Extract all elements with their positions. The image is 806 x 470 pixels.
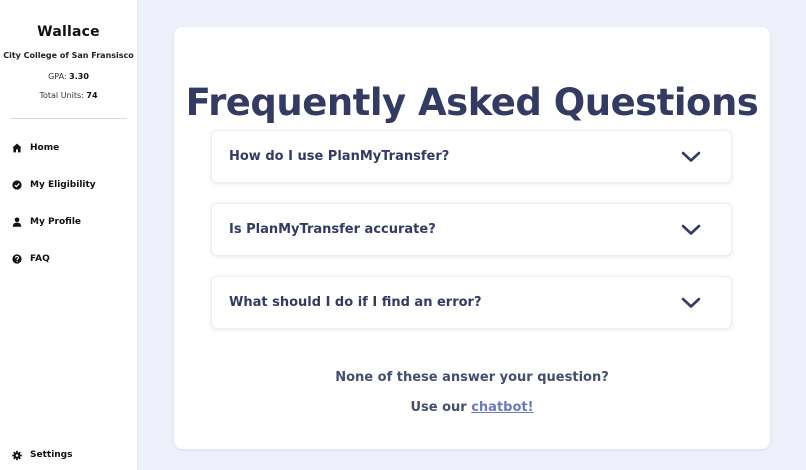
sidebar-item-label: My Eligibility xyxy=(30,179,96,190)
faq-item[interactable]: How do I use PlanMyTransfer? xyxy=(211,130,732,183)
page-title: Frequently Asked Questions xyxy=(185,81,759,124)
sidebar-item-my-eligibility[interactable]: My Eligibility xyxy=(0,166,137,203)
sidebar-divider xyxy=(11,118,127,119)
sidebar-item-faq[interactable]: FAQ xyxy=(0,240,137,277)
user-name: Wallace xyxy=(37,24,100,40)
chevron-down-icon[interactable] xyxy=(681,151,701,163)
chatbot-link[interactable]: chatbot! xyxy=(471,400,533,415)
faq-item[interactable]: Is PlanMyTransfer accurate? xyxy=(211,203,732,256)
gpa-value: 3.30 xyxy=(69,72,89,81)
gear-icon xyxy=(12,450,22,460)
user-profile-summary: Wallace City College of San Fransisco GP… xyxy=(0,0,137,100)
sidebar-item-label: Settings xyxy=(30,450,73,460)
chevron-down-icon[interactable] xyxy=(681,224,701,236)
faq-question: Is PlanMyTransfer accurate? xyxy=(229,222,436,237)
school-name: City College of San Fransisco xyxy=(3,51,134,60)
question-circle-icon xyxy=(12,253,22,264)
sidebar-item-label: Home xyxy=(30,142,60,153)
faq-panel: Frequently Asked Questions How do I use … xyxy=(174,27,770,449)
faq-question: How do I use PlanMyTransfer? xyxy=(229,149,450,164)
chevron-down-icon[interactable] xyxy=(681,297,701,309)
sidebar: Wallace City College of San Fransisco GP… xyxy=(0,0,138,470)
chatbot-prompt: Use our chatbot! xyxy=(174,400,770,415)
sidebar-item-my-profile[interactable]: My Profile xyxy=(0,203,137,240)
check-circle-icon xyxy=(12,179,22,190)
faq-item[interactable]: What should I do if I find an error? xyxy=(211,276,732,329)
gpa-label: GPA: xyxy=(48,72,67,81)
sidebar-item-label: FAQ xyxy=(30,253,50,264)
home-icon xyxy=(12,143,22,153)
sidebar-item-settings[interactable]: Settings xyxy=(0,440,72,470)
sidebar-item-label: My Profile xyxy=(30,216,82,227)
footer-question: None of these answer your question? xyxy=(335,370,609,385)
user-icon xyxy=(12,217,22,227)
units-label: Total Units: xyxy=(39,91,84,100)
units-stat: Total Units: 74 xyxy=(0,91,137,100)
sidebar-nav: Home My Eligibility My Profile FAQ xyxy=(0,129,137,277)
sidebar-item-home[interactable]: Home xyxy=(0,129,137,166)
faq-question: What should I do if I find an error? xyxy=(229,295,482,310)
gpa-stat: GPA: 3.30 xyxy=(0,72,137,81)
chatbot-prompt-prefix: Use our xyxy=(410,400,467,415)
units-value: 74 xyxy=(86,91,98,100)
